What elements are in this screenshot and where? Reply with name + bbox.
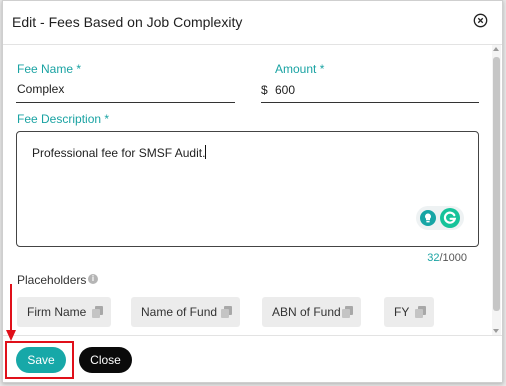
fee-description-text: Professional fee for SMSF Audit. (32, 146, 206, 160)
dialog-title: Edit - Fees Based on Job Complexity (12, 14, 243, 30)
grammar-check-icon[interactable] (438, 206, 462, 230)
fee-description-label: Fee Description * (17, 112, 110, 126)
info-icon[interactable]: i (88, 274, 98, 284)
edit-fee-dialog: Edit - Fees Based on Job Complexity Fee … (2, 0, 503, 383)
placeholder-chip-fy[interactable]: FY (384, 297, 434, 327)
amount-underline (261, 102, 479, 103)
placeholder-chip-firm-name[interactable]: Firm Name (17, 297, 111, 327)
currency-symbol: $ (261, 83, 268, 97)
character-count-current: 32 (427, 252, 440, 264)
placeholder-chip-abn-of-fund[interactable]: ABN of Fund (262, 297, 361, 327)
chip-label: Firm Name (27, 305, 87, 319)
copy-icon[interactable] (415, 306, 426, 318)
fee-name-underline (16, 102, 235, 103)
close-button[interactable]: Close (79, 347, 132, 373)
copy-icon[interactable] (342, 306, 353, 318)
annotation-highlight-box (5, 341, 74, 379)
dialog-scrollbar[interactable] (492, 45, 501, 335)
scrollbar-thumb[interactable] (493, 57, 500, 311)
character-counter: 32/1000 (427, 252, 467, 264)
writing-assistant-widget[interactable] (416, 206, 464, 230)
chip-label: Name of Fund (141, 305, 218, 319)
amount-input[interactable]: 600 (275, 83, 295, 97)
dialog-header: Edit - Fees Based on Job Complexity (3, 1, 502, 45)
dialog-footer: Save Close (3, 335, 502, 382)
fee-name-input[interactable]: Complex (17, 82, 64, 96)
chip-label: FY (394, 305, 410, 319)
fee-name-label: Fee Name * (17, 62, 82, 76)
dialog-body: Fee Name * Complex Amount * $ 600 Fee De… (3, 45, 492, 335)
text-caret (205, 145, 207, 159)
scroll-down-arrow-icon[interactable] (493, 329, 499, 333)
close-icon[interactable] (473, 13, 488, 28)
chip-label: ABN of Fund (272, 305, 341, 319)
annotation-arrow-icon (6, 284, 16, 341)
placeholders-label: Placeholders (17, 273, 87, 287)
scroll-up-arrow-icon[interactable] (493, 47, 499, 51)
placeholder-chip-name-of-fund[interactable]: Name of Fund (131, 297, 240, 327)
amount-label: Amount * (275, 62, 325, 76)
copy-icon[interactable] (221, 306, 232, 318)
copy-icon[interactable] (92, 306, 103, 318)
fee-description-textarea[interactable]: Professional fee for SMSF Audit. (16, 131, 479, 247)
character-count-max: /1000 (439, 252, 467, 264)
